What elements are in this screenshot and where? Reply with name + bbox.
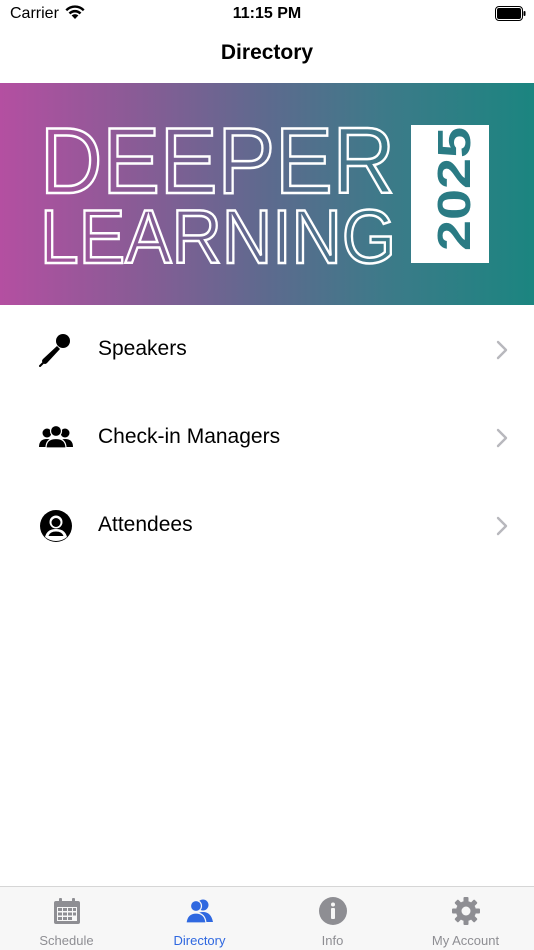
- clock: 11:15 PM: [232, 5, 302, 22]
- status-bar: Carrier 11:15 PM: [0, 0, 534, 30]
- tab-schedule[interactable]: Schedule: [0, 887, 133, 950]
- banner-line-2: LEARNING: [40, 195, 396, 280]
- list-item-speakers[interactable]: Speakers: [0, 306, 534, 394]
- gear-icon: [451, 897, 480, 925]
- tab-my-account[interactable]: My Account: [399, 887, 532, 950]
- users-icon: [184, 899, 213, 924]
- info-icon: [318, 897, 347, 925]
- battery-icon: [495, 6, 526, 21]
- list-item-label: Attendees: [98, 513, 193, 536]
- event-logo: DEEPER LEARNING 2025: [39, 107, 489, 281]
- directory-screen: Carrier 11:15 PM Directory DEEPER LEARNI…: [0, 0, 534, 950]
- chevron-right-icon: [496, 516, 508, 536]
- calendar-icon: [53, 898, 80, 924]
- event-banner: DEEPER LEARNING 2025: [0, 83, 534, 305]
- tab-label: Info: [321, 933, 344, 948]
- group-icon: [39, 424, 73, 449]
- list-item-check-in-managers[interactable]: Check-in Managers: [0, 394, 534, 482]
- tab-bar: Schedule Directory Info My Account: [0, 886, 534, 950]
- banner-year: 2025: [428, 127, 480, 251]
- list-item-attendees[interactable]: Attendees: [0, 482, 534, 570]
- tab-label: Schedule: [39, 933, 94, 948]
- list-item-label: Check-in Managers: [98, 425, 281, 448]
- tab-label: Directory: [173, 933, 226, 948]
- tab-info[interactable]: Info: [266, 887, 399, 950]
- list-item-label: Speakers: [98, 337, 187, 360]
- chevron-right-icon: [496, 428, 508, 448]
- microphone-icon: [39, 334, 70, 367]
- tab-directory[interactable]: Directory: [133, 887, 266, 950]
- user-circle-icon: [40, 510, 72, 542]
- tab-label: My Account: [431, 933, 500, 948]
- page-title: Directory: [220, 41, 314, 64]
- chevron-right-icon: [496, 340, 508, 360]
